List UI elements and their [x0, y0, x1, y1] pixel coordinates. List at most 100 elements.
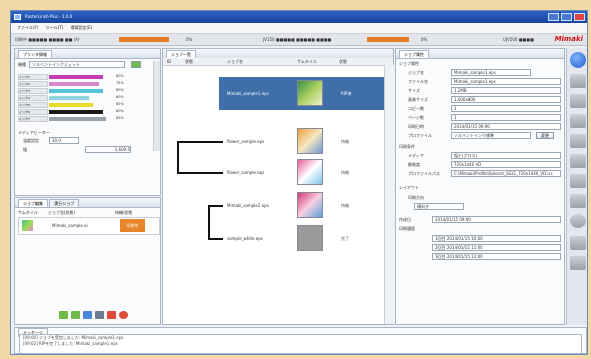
job-thumbnail: [297, 192, 323, 218]
profile-path-field[interactable]: C:\Mimaki\Profile\Solvent_SS21_720x1440_…: [451, 170, 561, 177]
menu-tools[interactable]: ツール(T): [46, 25, 64, 30]
pause-button[interactable]: [83, 311, 92, 319]
job-col-name: ジョブ名(状態): [48, 210, 76, 215]
menu-file[interactable]: ファイル(F): [17, 25, 38, 30]
delete-button[interactable]: [119, 311, 128, 319]
profile-path-label: プロファイルパス: [408, 171, 440, 176]
print-icon[interactable]: [570, 236, 586, 250]
run-button[interactable]: [59, 311, 68, 319]
cancel-button[interactable]: [107, 311, 116, 319]
ink-pct-1: 80%: [116, 74, 124, 78]
width-input[interactable]: 1,600.0: [85, 146, 131, 153]
field-label: コピー数: [408, 106, 424, 111]
ink-name-5: インク5: [18, 102, 48, 108]
created-date-field[interactable]: 2014/01/15 09:00: [432, 216, 561, 223]
files-icon[interactable]: [570, 256, 586, 270]
ink-row-1: インク1 80%: [18, 74, 128, 80]
field-size[interactable]: 1.2MB: [451, 87, 561, 94]
job-row-status: RIP済: [341, 91, 352, 96]
window-title: RasterLink6 Plus - 1.0.0: [25, 14, 73, 19]
info-icon[interactable]: [570, 52, 586, 68]
printer-info-header: プリンタ情報: [15, 49, 160, 59]
printer-select[interactable]: ソルベントインクジェット: [29, 61, 125, 68]
history-item[interactable]: 2回目 2014/01/15 11:00: [432, 244, 561, 251]
stop-button[interactable]: [95, 311, 104, 319]
layout-field[interactable]: 横向き: [414, 203, 464, 210]
job-list-scrollbar[interactable]: [384, 65, 394, 324]
tab-printer-info[interactable]: プリンタ情報: [18, 50, 52, 59]
minimize-button[interactable]: [548, 13, 559, 21]
profile-change-button[interactable]: 変更: [536, 132, 554, 139]
field-label: ファイル名: [408, 79, 428, 84]
menu-bar: ファイル(F) ツール(T) 環境設定(E): [11, 23, 587, 34]
field-copies[interactable]: 1: [451, 105, 561, 112]
job-thumbnail: [297, 80, 323, 106]
col-status: 状態: [185, 59, 193, 64]
job-row-status: 完了: [341, 236, 349, 241]
brand-logo: Mimaki: [554, 35, 583, 43]
temp-input[interactable]: 30.0: [49, 137, 79, 144]
history-item[interactable]: 3回目 2014/01/15 12:00: [432, 253, 561, 260]
ink-pct-2: 75%: [116, 81, 124, 85]
field-label: ジョブ名: [408, 70, 424, 75]
left-scrollbar[interactable]: [153, 61, 160, 151]
frame-icon[interactable]: [570, 194, 586, 208]
transform-icon[interactable]: [570, 154, 586, 168]
ink-level-4: [49, 96, 89, 100]
temp-label: 温度設定: [23, 138, 39, 143]
tab-job-edit[interactable]: ジョブ編集: [18, 199, 48, 208]
created-date-label: 作成日: [399, 217, 411, 222]
ink-pct-4: 60%: [116, 95, 124, 99]
copy-icon[interactable]: [570, 74, 586, 88]
app-window: RasterLink6 Plus - 1.0.0 ファイル(F) ツール(T) …: [10, 10, 588, 355]
resume-button[interactable]: [71, 311, 80, 319]
field-image-size[interactable]: 1,000x800: [451, 96, 561, 103]
tile-icon[interactable]: [570, 114, 586, 128]
log-line: [09:02] RIPを完了しました: Mimaki_sample1.eps: [23, 341, 118, 346]
tab-job-attributes[interactable]: ジョブ属性: [399, 50, 429, 59]
menu-settings[interactable]: 環境設定(E): [71, 25, 93, 30]
status-printer2: JV150 ■■■■■ ■■■■■ ■■■■: [263, 37, 332, 42]
add-icon[interactable]: [570, 214, 586, 228]
job-list-item[interactable]: Mimaki_sample.ai 印刷中: [18, 217, 160, 235]
ink-name-7: インク7: [18, 116, 48, 122]
job-thumbnail: [297, 128, 323, 154]
status-pct1: 0%: [186, 37, 193, 42]
field-pages[interactable]: 1: [451, 114, 561, 121]
profile-select[interactable]: ソルベントインク標準: [451, 132, 531, 139]
ink-level-3: [49, 89, 103, 93]
history-item[interactable]: 1回目 2014/01/15 10:00: [432, 235, 561, 242]
field-file-name[interactable]: Mimaki_sample1.eps: [451, 78, 561, 85]
ink-name-2: インク2: [18, 81, 48, 87]
media-field[interactable]: 塩ビ(グロス): [451, 152, 561, 159]
stack-icon[interactable]: [570, 134, 586, 148]
job-row-name: Mimaki_sample2.eps: [227, 203, 269, 208]
printer-ok-button[interactable]: [131, 61, 141, 68]
job-edit-panel: ジョブ編集 実行ジョブ サムネイル ジョブ名(状態) 待機/状態 Mimaki_…: [14, 197, 161, 325]
layout-label: 印刷方向: [408, 195, 424, 200]
field-job-name[interactable]: Mimaki_sample1.eps: [451, 69, 531, 76]
ink-level-5: [49, 103, 93, 107]
job-row-status: 待機: [341, 170, 349, 175]
maximize-button[interactable]: [561, 13, 572, 21]
col-id: ID: [167, 59, 172, 64]
ink-level-1: [49, 75, 103, 79]
job-list-panel: ジョブ一覧 ID 状態 ジョブ名 サムネイル 状態 Mimaki_sample1…: [162, 48, 394, 325]
ink-row-2: インク2 75%: [18, 81, 128, 87]
tree-connector: [177, 141, 179, 174]
job-thumbnail: [297, 159, 323, 185]
tab-running-jobs[interactable]: 実行ジョブ: [49, 199, 80, 208]
field-print-date[interactable]: 2014/01/15 09:00: [451, 123, 561, 130]
cut-icon[interactable]: [570, 174, 586, 188]
field-label: ページ数: [408, 115, 424, 120]
layers-icon[interactable]: [570, 94, 586, 108]
status-pct2: 0%: [421, 37, 428, 42]
status-progress-1: [119, 37, 169, 42]
message-panel: メッセージ [09:00] ジョブを受信しました: Mimaki_sample1…: [14, 327, 587, 354]
col-state: 状態: [339, 59, 347, 64]
section-job-attributes: ジョブ属性: [399, 61, 419, 66]
close-button[interactable]: [574, 13, 585, 21]
job-row-status: 待機: [341, 203, 349, 208]
ink-row-7: インク7 85%: [18, 116, 128, 122]
resolution-field[interactable]: 720x1440 VD: [451, 161, 561, 168]
